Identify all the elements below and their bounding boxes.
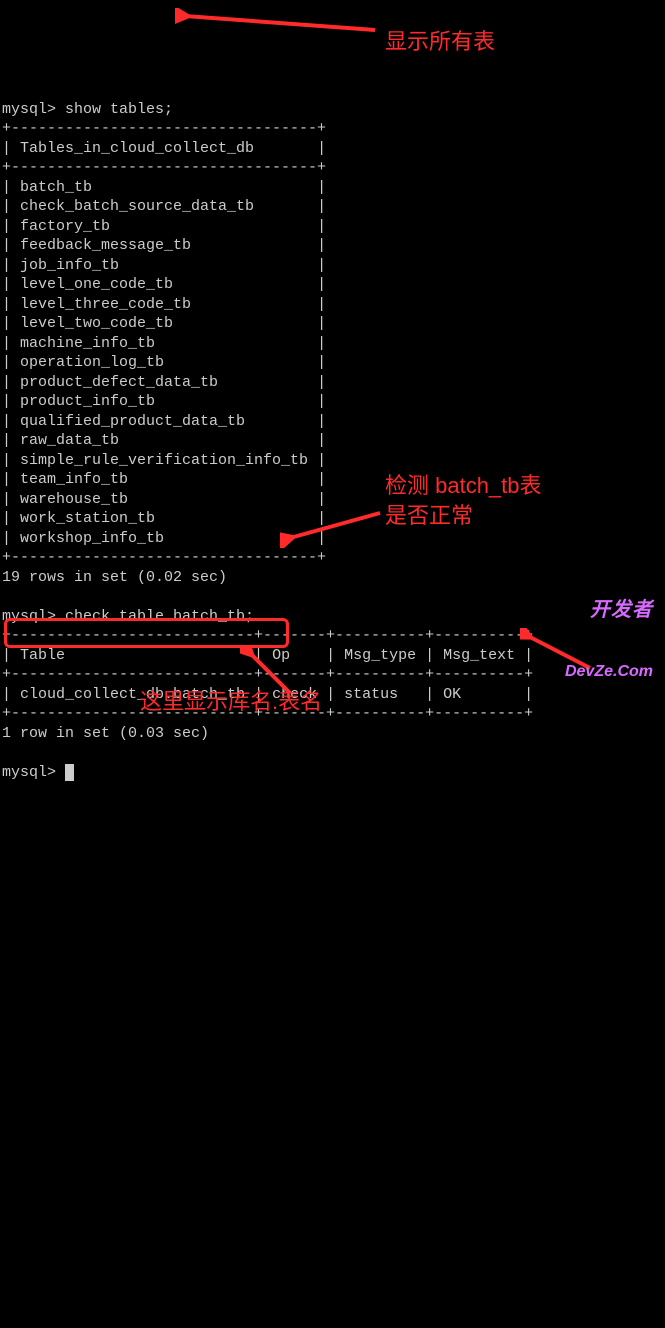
table-name: level_three_code_tb [20, 296, 191, 313]
table-border: +---------------------------+-------+---… [2, 666, 533, 683]
table-name: warehouse_tb [20, 491, 128, 508]
table-name: operation_log_tb [20, 354, 164, 371]
result-summary: 1 row in set (0.03 sec) [2, 725, 209, 742]
result-summary: 19 rows in set (0.02 sec) [2, 569, 227, 586]
table-row: | check_batch_source_data_tb | [2, 198, 326, 215]
table-name: level_two_code_tb [20, 315, 173, 332]
table-row: | machine_info_tb | [2, 335, 326, 352]
annotation-dbname-tablename: 这里显示库名.表名 [140, 688, 322, 717]
table-name: product_defect_data_tb [20, 374, 218, 391]
table-row: | product_defect_data_tb | [2, 374, 326, 391]
arrow-icon [175, 8, 385, 38]
table-name: simple_rule_verification_info_tb [20, 452, 308, 469]
prompt: mysql> [2, 764, 56, 781]
table-border: +----------------------------------+ [2, 120, 326, 137]
table-row: | feedback_message_tb | [2, 237, 326, 254]
table-name: team_info_tb [20, 471, 128, 488]
table-name: raw_data_tb [20, 432, 119, 449]
table-row: | product_info_tb | [2, 393, 326, 410]
table-name: product_info_tb [20, 393, 155, 410]
table-row: | work_station_tb | [2, 510, 326, 527]
table-border: +----------------------------------+ [2, 159, 326, 176]
table-name: machine_info_tb [20, 335, 155, 352]
cursor[interactable] [65, 764, 74, 781]
table-name: work_station_tb [20, 510, 155, 527]
table-row: | team_info_tb | [2, 471, 326, 488]
table-row: | level_three_code_tb | [2, 296, 326, 313]
col-op: Op [272, 647, 290, 664]
watermark-line2: DevZe.Com [565, 662, 653, 683]
check-header-row: | Table | Op | Msg_type | Msg_text | [2, 647, 533, 664]
table-name: batch_tb [20, 179, 92, 196]
table-name: factory_tb [20, 218, 110, 235]
annotation-check-table-line1: 检测 batch_tb表 [385, 472, 542, 501]
table-name: feedback_message_tb [20, 237, 191, 254]
table-border: +----------------------------------+ [2, 549, 326, 566]
highlight-box [4, 618, 289, 648]
table-row: | batch_tb | [2, 179, 326, 196]
cmd-show-tables: show tables; [65, 101, 173, 118]
prompt: mysql> [2, 101, 56, 118]
table-row: | factory_tb | [2, 218, 326, 235]
table-name: level_one_code_tb [20, 276, 173, 293]
table-name: qualified_product_data_tb [20, 413, 245, 430]
col-msgtype: Msg_type [344, 647, 416, 664]
annotation-check-table-line2: 是否正常 [385, 502, 473, 531]
table-row: | warehouse_tb | [2, 491, 326, 508]
tables-header: Tables_in_cloud_collect_db [20, 140, 254, 157]
table-row: | simple_rule_verification_info_tb | [2, 452, 326, 469]
table-name: check_batch_source_data_tb [20, 198, 254, 215]
col-msgtext: Msg_text [443, 647, 515, 664]
cell-msgtext: OK [443, 686, 461, 703]
table-row: | level_two_code_tb | [2, 315, 326, 332]
col-table: Table [20, 647, 65, 664]
table-row: | job_info_tb | [2, 257, 326, 274]
table-header-row: | Tables_in_cloud_collect_db | [2, 140, 326, 157]
table-name: job_info_tb [20, 257, 119, 274]
table-name: workshop_info_tb [20, 530, 164, 547]
table-row: | operation_log_tb | [2, 354, 326, 371]
table-row: | level_one_code_tb | [2, 276, 326, 293]
cell-msgtype: status [344, 686, 398, 703]
watermark-line1: 开发者 [565, 597, 653, 623]
annotation-show-tables: 显示所有表 [385, 28, 495, 57]
table-row: | qualified_product_data_tb | [2, 413, 326, 430]
table-row: | workshop_info_tb | [2, 530, 326, 547]
table-row: | raw_data_tb | [2, 432, 326, 449]
watermark: 开发者 DevZe.Com [565, 558, 653, 702]
